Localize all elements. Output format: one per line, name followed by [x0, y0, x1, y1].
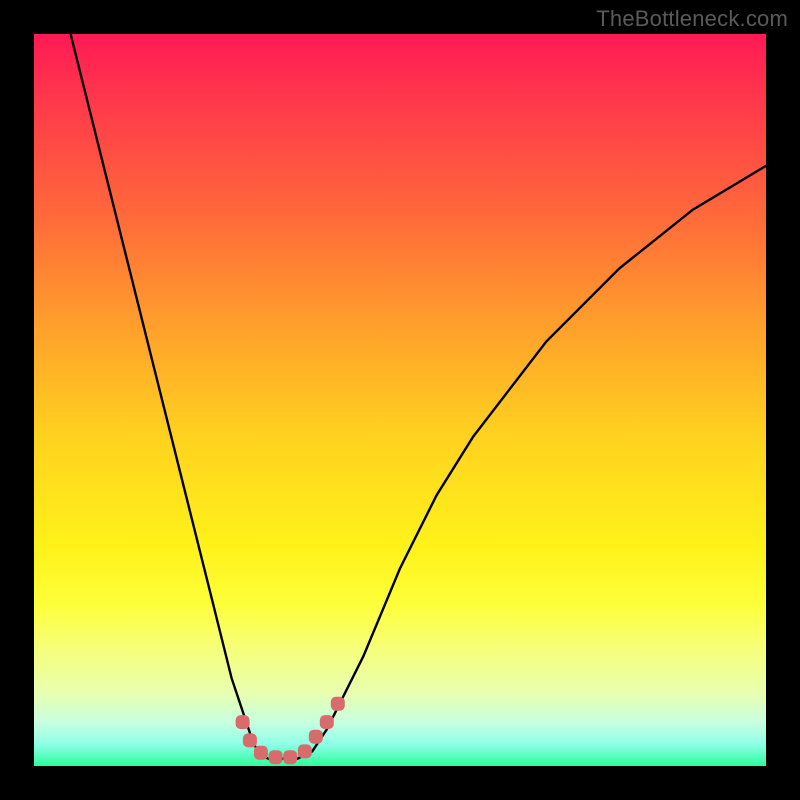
watermark-text: TheBottleneck.com — [596, 6, 788, 32]
marker-point — [243, 733, 257, 747]
marker-point — [283, 750, 297, 764]
plot-area — [34, 34, 766, 766]
marker-point — [254, 746, 268, 760]
marker-point — [309, 730, 323, 744]
marker-point — [269, 750, 283, 764]
curve-layer — [34, 34, 766, 766]
bottleneck-curve — [71, 34, 766, 759]
marker-point — [320, 715, 334, 729]
marker-point — [236, 715, 250, 729]
marker-point — [331, 697, 345, 711]
curve-markers — [236, 697, 345, 764]
chart-frame: TheBottleneck.com — [0, 0, 800, 800]
marker-point — [298, 744, 312, 758]
